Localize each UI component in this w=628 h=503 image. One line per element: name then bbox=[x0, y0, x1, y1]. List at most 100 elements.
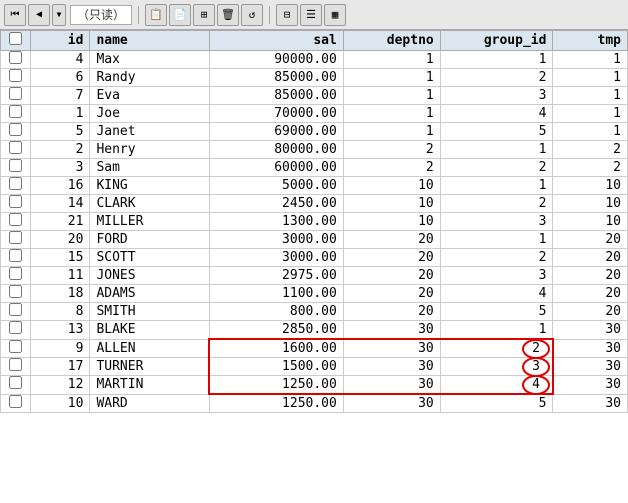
cell-deptno: 30 bbox=[343, 339, 440, 358]
row-checkbox[interactable] bbox=[9, 69, 22, 82]
row-checkbox-cell[interactable] bbox=[1, 376, 31, 395]
row-checkbox-cell[interactable] bbox=[1, 69, 31, 87]
table-view-button[interactable]: ⊟ bbox=[276, 4, 298, 26]
separator-2 bbox=[269, 6, 270, 24]
cell-sal: 1250.00 bbox=[209, 376, 343, 395]
cell-id: 7 bbox=[30, 87, 90, 105]
row-checkbox[interactable] bbox=[9, 105, 22, 118]
cell-group-id: 1 bbox=[440, 141, 553, 159]
row-checkbox[interactable] bbox=[9, 87, 22, 100]
cell-group-id: 3 bbox=[440, 358, 553, 376]
row-checkbox-cell[interactable] bbox=[1, 303, 31, 321]
cell-id: 3 bbox=[30, 159, 90, 177]
dropdown-button[interactable]: ▼ bbox=[52, 4, 66, 26]
table-row: 15SCOTT3000.0020220 bbox=[1, 249, 628, 267]
row-checkbox-cell[interactable] bbox=[1, 123, 31, 141]
cell-sal: 2975.00 bbox=[209, 267, 343, 285]
cell-group-id: 3 bbox=[440, 267, 553, 285]
row-checkbox-cell[interactable] bbox=[1, 141, 31, 159]
row-checkbox[interactable] bbox=[9, 303, 22, 316]
paste-button[interactable]: 📄 bbox=[169, 4, 191, 26]
row-checkbox[interactable] bbox=[9, 177, 22, 190]
cell-deptno: 20 bbox=[343, 303, 440, 321]
row-checkbox[interactable] bbox=[9, 195, 22, 208]
cell-deptno: 20 bbox=[343, 267, 440, 285]
row-checkbox[interactable] bbox=[9, 51, 22, 64]
row-checkbox-cell[interactable] bbox=[1, 358, 31, 376]
list-view-button[interactable]: ☰ bbox=[300, 4, 322, 26]
table-header-row: id name sal deptno group_id tmp bbox=[1, 31, 628, 51]
row-checkbox[interactable] bbox=[9, 321, 22, 334]
cell-name: MARTIN bbox=[90, 376, 209, 395]
row-checkbox-cell[interactable] bbox=[1, 285, 31, 303]
cell-deptno: 1 bbox=[343, 123, 440, 141]
cell-tmp: 2 bbox=[553, 141, 628, 159]
row-checkbox-cell[interactable] bbox=[1, 394, 31, 413]
cell-sal: 80000.00 bbox=[209, 141, 343, 159]
row-checkbox-cell[interactable] bbox=[1, 87, 31, 105]
row-checkbox-cell[interactable] bbox=[1, 231, 31, 249]
cell-sal: 85000.00 bbox=[209, 69, 343, 87]
row-checkbox[interactable] bbox=[9, 267, 22, 280]
row-checkbox-cell[interactable] bbox=[1, 321, 31, 340]
form-view-button[interactable]: ▦ bbox=[324, 4, 346, 26]
row-checkbox[interactable] bbox=[9, 395, 22, 408]
cell-group-id: 5 bbox=[440, 303, 553, 321]
table-row: 18ADAMS1100.0020420 bbox=[1, 285, 628, 303]
cell-group-id: 4 bbox=[440, 285, 553, 303]
cell-id: 4 bbox=[30, 51, 90, 69]
row-checkbox[interactable] bbox=[9, 249, 22, 262]
cell-name: Sam bbox=[90, 159, 209, 177]
cell-tmp: 20 bbox=[553, 303, 628, 321]
row-checkbox[interactable] bbox=[9, 213, 22, 226]
row-checkbox-cell[interactable] bbox=[1, 267, 31, 285]
cell-id: 13 bbox=[30, 321, 90, 340]
select-all-checkbox[interactable] bbox=[9, 32, 22, 45]
row-checkbox[interactable] bbox=[9, 231, 22, 244]
header-id: id bbox=[30, 31, 90, 51]
readonly-label: （只读） bbox=[70, 5, 132, 25]
header-name: name bbox=[90, 31, 209, 51]
row-checkbox[interactable] bbox=[9, 285, 22, 298]
row-checkbox-cell[interactable] bbox=[1, 249, 31, 267]
cell-name: SMITH bbox=[90, 303, 209, 321]
refresh-button[interactable]: ↺ bbox=[241, 4, 263, 26]
cell-id: 1 bbox=[30, 105, 90, 123]
grid-button[interactable]: ⊞ bbox=[193, 4, 215, 26]
cell-name: ALLEN bbox=[90, 339, 209, 358]
cell-group-id: 5 bbox=[440, 394, 553, 413]
data-table: id name sal deptno group_id tmp 4Max9000… bbox=[0, 30, 628, 413]
row-checkbox-cell[interactable] bbox=[1, 159, 31, 177]
row-checkbox[interactable] bbox=[9, 376, 22, 389]
table-row: 9ALLEN1600.0030230 bbox=[1, 339, 628, 358]
cell-deptno: 30 bbox=[343, 358, 440, 376]
row-checkbox[interactable] bbox=[9, 141, 22, 154]
delete-button[interactable]: 🗑 bbox=[217, 4, 239, 26]
cell-id: 10 bbox=[30, 394, 90, 413]
row-checkbox[interactable] bbox=[9, 358, 22, 371]
cell-sal: 1500.00 bbox=[209, 358, 343, 376]
row-checkbox[interactable] bbox=[9, 340, 22, 353]
copy-button[interactable]: 📋 bbox=[145, 4, 167, 26]
red-circle bbox=[522, 357, 550, 377]
cell-tmp: 1 bbox=[553, 51, 628, 69]
cell-name: Janet bbox=[90, 123, 209, 141]
cell-group-id: 2 bbox=[440, 339, 553, 358]
cell-tmp: 20 bbox=[553, 249, 628, 267]
nav-first-button[interactable]: ⏮ bbox=[4, 4, 26, 26]
row-checkbox[interactable] bbox=[9, 123, 22, 136]
header-group-id: group_id bbox=[440, 31, 553, 51]
row-checkbox-cell[interactable] bbox=[1, 195, 31, 213]
header-checkbox[interactable] bbox=[1, 31, 31, 51]
cell-sal: 3000.00 bbox=[209, 249, 343, 267]
header-sal: sal bbox=[209, 31, 343, 51]
row-checkbox-cell[interactable] bbox=[1, 105, 31, 123]
row-checkbox[interactable] bbox=[9, 159, 22, 172]
row-checkbox-cell[interactable] bbox=[1, 51, 31, 69]
cell-deptno: 20 bbox=[343, 249, 440, 267]
row-checkbox-cell[interactable] bbox=[1, 339, 31, 358]
row-checkbox-cell[interactable] bbox=[1, 177, 31, 195]
table-row: 6Randy85000.00121 bbox=[1, 69, 628, 87]
row-checkbox-cell[interactable] bbox=[1, 213, 31, 231]
nav-prev-button[interactable]: ◀ bbox=[28, 4, 50, 26]
